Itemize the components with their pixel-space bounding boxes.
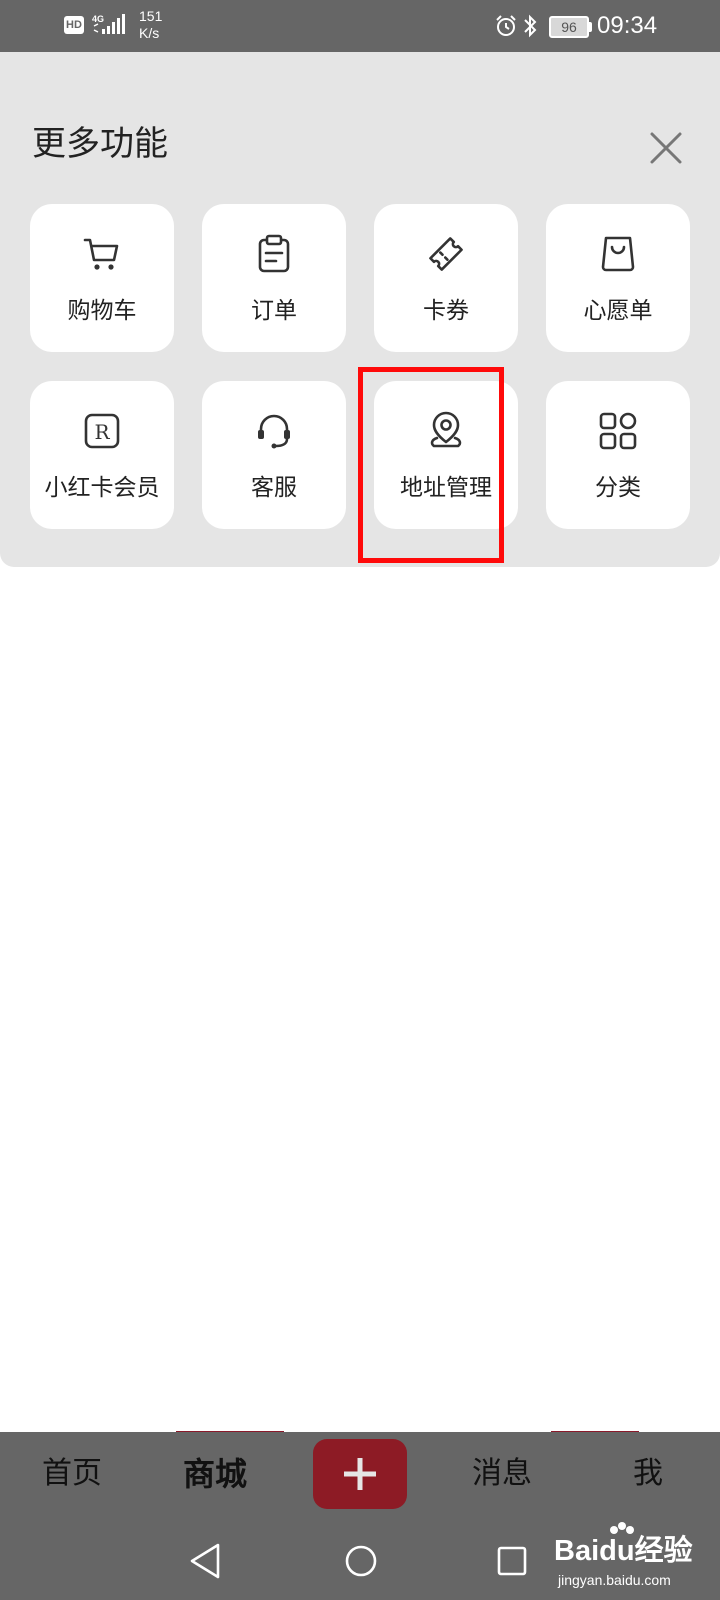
- close-button[interactable]: [646, 128, 686, 168]
- sheet-title: 更多功能: [32, 124, 168, 164]
- network-type: 4G: [92, 14, 104, 24]
- menu-item-label: 分类: [595, 475, 641, 501]
- network-speed-unit: K/s: [139, 25, 160, 41]
- cart-icon: [83, 238, 119, 270]
- hd-badge: HD: [64, 16, 84, 34]
- location-pin-icon: [430, 411, 462, 448]
- baidu-paw-icon: [610, 1522, 634, 1534]
- tab-me[interactable]: 我: [633, 1452, 663, 1496]
- clipboard-icon: [258, 234, 290, 273]
- svg-text:R: R: [94, 420, 110, 444]
- menu-item-cart[interactable]: 购物车: [30, 204, 174, 352]
- menu-item-category[interactable]: 分类: [546, 381, 690, 529]
- more-functions-sheet: 更多功能 购物车 订单 卡券 心愿单 R 小红卡会员 客服 地址管理 分类: [0, 52, 720, 567]
- plus-icon: [344, 1458, 376, 1490]
- menu-item-label: 心愿单: [583, 298, 653, 324]
- menu-item-label: 小红卡会员: [44, 475, 160, 501]
- home-circle-icon[interactable]: [344, 1544, 378, 1578]
- battery-tip: [589, 22, 592, 32]
- network-speed: 151 K/s: [139, 8, 162, 42]
- r-badge-icon: R: [84, 413, 120, 449]
- tab-home[interactable]: 首页: [42, 1452, 102, 1496]
- menu-item-label: 地址管理: [400, 475, 492, 501]
- menu-item-red-card-member[interactable]: R 小红卡会员: [30, 381, 174, 529]
- battery-indicator: 96: [549, 16, 589, 38]
- status-bar: HD 4G 151 K/s 96 09:34: [0, 0, 720, 52]
- bottom-tab-bar: 首页 商城 消息 我: [0, 1432, 720, 1522]
- signal-icon: 4G: [92, 14, 125, 34]
- menu-item-address-management[interactable]: 地址管理: [374, 381, 518, 529]
- background-content-strip: [136, 1414, 720, 1436]
- bluetooth-icon: [524, 14, 537, 38]
- menu-item-orders[interactable]: 订单: [202, 204, 346, 352]
- category-grid-icon: [599, 412, 637, 450]
- menu-item-customer-service[interactable]: 客服: [202, 381, 346, 529]
- publish-button[interactable]: [313, 1439, 407, 1509]
- close-icon: [650, 132, 682, 164]
- watermark-url: jingyan.baidu.com: [558, 1572, 671, 1588]
- menu-item-label: 客服: [251, 475, 297, 501]
- recent-apps-square-icon[interactable]: [497, 1546, 527, 1576]
- wishlist-bag-icon: [601, 236, 635, 272]
- menu-item-label: 订单: [251, 298, 297, 324]
- tab-mall[interactable]: 商城: [183, 1452, 247, 1496]
- watermark-brand-suffix: 经验: [634, 1535, 693, 1567]
- coupon-ticket-icon: [429, 237, 463, 271]
- menu-item-label: 卡券: [423, 298, 469, 324]
- headset-icon: [258, 414, 290, 449]
- baidu-watermark: Baidu经验 jingyan.baidu.com: [554, 1520, 714, 1600]
- network-speed-value: 151: [139, 8, 163, 24]
- alarm-clock-icon: [496, 15, 516, 36]
- tab-messages[interactable]: 消息: [472, 1452, 532, 1496]
- menu-item-label: 购物车: [67, 298, 137, 324]
- menu-item-wishlist[interactable]: 心愿单: [546, 204, 690, 352]
- back-triangle-icon[interactable]: [188, 1542, 222, 1580]
- clock: 09:34: [597, 12, 658, 39]
- menu-item-coupons[interactable]: 卡券: [374, 204, 518, 352]
